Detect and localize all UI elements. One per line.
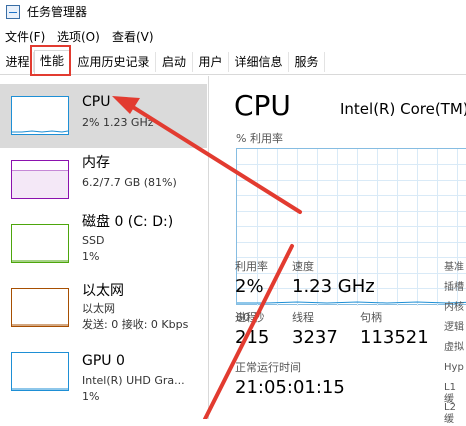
annotation-arrow-head xyxy=(112,96,140,114)
annotation-arrows xyxy=(112,96,302,419)
annotation-arrow-line xyxy=(126,102,302,214)
annotation-arrow-line-2 xyxy=(203,244,294,419)
